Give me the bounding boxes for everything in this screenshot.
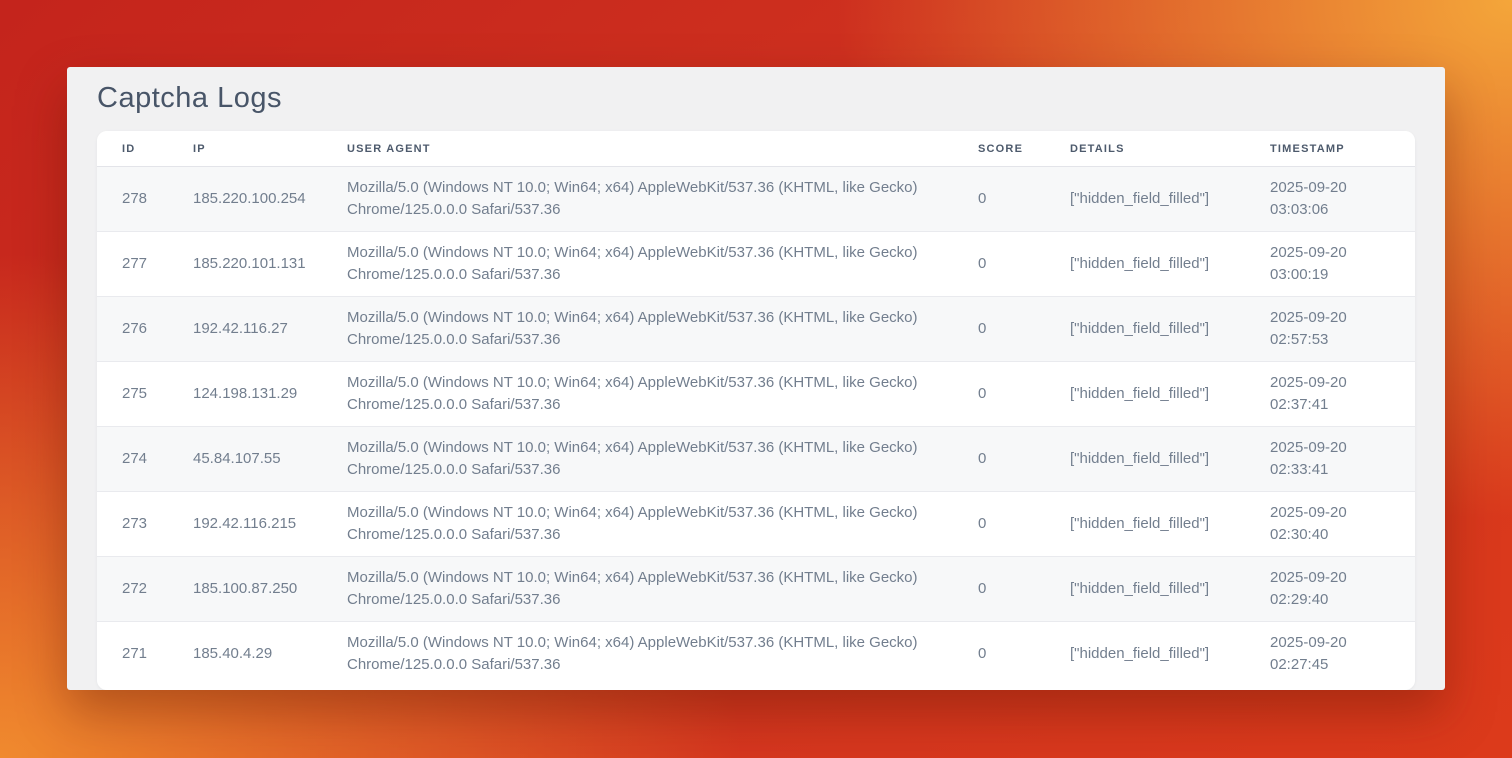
cell-timestamp: 2025-09-20 03:03:06: [1270, 167, 1415, 232]
cell-timestamp: 2025-09-20 02:33:41: [1270, 427, 1415, 492]
column-header-ip: IP: [193, 131, 347, 167]
logs-table: ID IP USER AGENT SCORE DETAILS TIMESTAMP…: [97, 131, 1415, 686]
column-header-details: DETAILS: [1070, 131, 1270, 167]
table-row: 27445.84.107.55Mozilla/5.0 (Windows NT 1…: [97, 427, 1415, 492]
cell-ip: 192.42.116.27: [193, 297, 347, 362]
cell-user-agent: Mozilla/5.0 (Windows NT 10.0; Win64; x64…: [347, 362, 978, 427]
cell-timestamp: 2025-09-20 02:57:53: [1270, 297, 1415, 362]
cell-user-agent: Mozilla/5.0 (Windows NT 10.0; Win64; x64…: [347, 232, 978, 297]
cell-timestamp: 2025-09-20 02:29:40: [1270, 557, 1415, 622]
cell-ip: 185.220.100.254: [193, 167, 347, 232]
cell-score: 0: [978, 232, 1070, 297]
cell-ip: 124.198.131.29: [193, 362, 347, 427]
column-header-user-agent: USER AGENT: [347, 131, 978, 167]
table-row: 272185.100.87.250Mozilla/5.0 (Windows NT…: [97, 557, 1415, 622]
table-body: 278185.220.100.254Mozilla/5.0 (Windows N…: [97, 167, 1415, 687]
cell-id: 272: [97, 557, 193, 622]
cell-score: 0: [978, 557, 1070, 622]
cell-user-agent: Mozilla/5.0 (Windows NT 10.0; Win64; x64…: [347, 557, 978, 622]
table-row: 273192.42.116.215Mozilla/5.0 (Windows NT…: [97, 492, 1415, 557]
cell-timestamp: 2025-09-20 02:37:41: [1270, 362, 1415, 427]
logs-table-container: ID IP USER AGENT SCORE DETAILS TIMESTAMP…: [97, 131, 1415, 690]
cell-details: ["hidden_field_filled"]: [1070, 232, 1270, 297]
cell-id: 273: [97, 492, 193, 557]
cell-user-agent: Mozilla/5.0 (Windows NT 10.0; Win64; x64…: [347, 427, 978, 492]
cell-user-agent: Mozilla/5.0 (Windows NT 10.0; Win64; x64…: [347, 622, 978, 687]
cell-id: 275: [97, 362, 193, 427]
cell-score: 0: [978, 362, 1070, 427]
column-header-id: ID: [97, 131, 193, 167]
cell-ip: 185.220.101.131: [193, 232, 347, 297]
cell-user-agent: Mozilla/5.0 (Windows NT 10.0; Win64; x64…: [347, 297, 978, 362]
cell-details: ["hidden_field_filled"]: [1070, 167, 1270, 232]
cell-user-agent: Mozilla/5.0 (Windows NT 10.0; Win64; x64…: [347, 167, 978, 232]
cell-score: 0: [978, 167, 1070, 232]
cell-id: 271: [97, 622, 193, 687]
table-row: 271185.40.4.29Mozilla/5.0 (Windows NT 10…: [97, 622, 1415, 687]
cell-timestamp: 2025-09-20 02:27:45: [1270, 622, 1415, 687]
table-row: 275124.198.131.29Mozilla/5.0 (Windows NT…: [97, 362, 1415, 427]
table-header: ID IP USER AGENT SCORE DETAILS TIMESTAMP: [97, 131, 1415, 167]
cell-user-agent: Mozilla/5.0 (Windows NT 10.0; Win64; x64…: [347, 492, 978, 557]
cell-ip: 185.100.87.250: [193, 557, 347, 622]
table-row: 277185.220.101.131Mozilla/5.0 (Windows N…: [97, 232, 1415, 297]
cell-score: 0: [978, 427, 1070, 492]
cell-details: ["hidden_field_filled"]: [1070, 427, 1270, 492]
cell-details: ["hidden_field_filled"]: [1070, 622, 1270, 687]
cell-id: 278: [97, 167, 193, 232]
table-row: 276192.42.116.27Mozilla/5.0 (Windows NT …: [97, 297, 1415, 362]
captcha-logs-card: Captcha Logs ID IP USER AGENT SCORE DETA…: [67, 67, 1445, 690]
page-background: { "page": { "title": "Captcha Logs" }, "…: [0, 0, 1512, 758]
cell-ip: 185.40.4.29: [193, 622, 347, 687]
column-header-timestamp: TIMESTAMP: [1270, 131, 1415, 167]
page-title: Captcha Logs: [97, 67, 1415, 131]
table-row: 278185.220.100.254Mozilla/5.0 (Windows N…: [97, 167, 1415, 232]
table-header-row: ID IP USER AGENT SCORE DETAILS TIMESTAMP: [97, 131, 1415, 167]
cell-details: ["hidden_field_filled"]: [1070, 492, 1270, 557]
cell-details: ["hidden_field_filled"]: [1070, 557, 1270, 622]
cell-id: 276: [97, 297, 193, 362]
cell-id: 274: [97, 427, 193, 492]
cell-score: 0: [978, 297, 1070, 362]
cell-ip: 192.42.116.215: [193, 492, 347, 557]
cell-timestamp: 2025-09-20 03:00:19: [1270, 232, 1415, 297]
cell-ip: 45.84.107.55: [193, 427, 347, 492]
cell-details: ["hidden_field_filled"]: [1070, 362, 1270, 427]
cell-score: 0: [978, 492, 1070, 557]
column-header-score: SCORE: [978, 131, 1070, 167]
cell-id: 277: [97, 232, 193, 297]
cell-details: ["hidden_field_filled"]: [1070, 297, 1270, 362]
cell-timestamp: 2025-09-20 02:30:40: [1270, 492, 1415, 557]
cell-score: 0: [978, 622, 1070, 687]
